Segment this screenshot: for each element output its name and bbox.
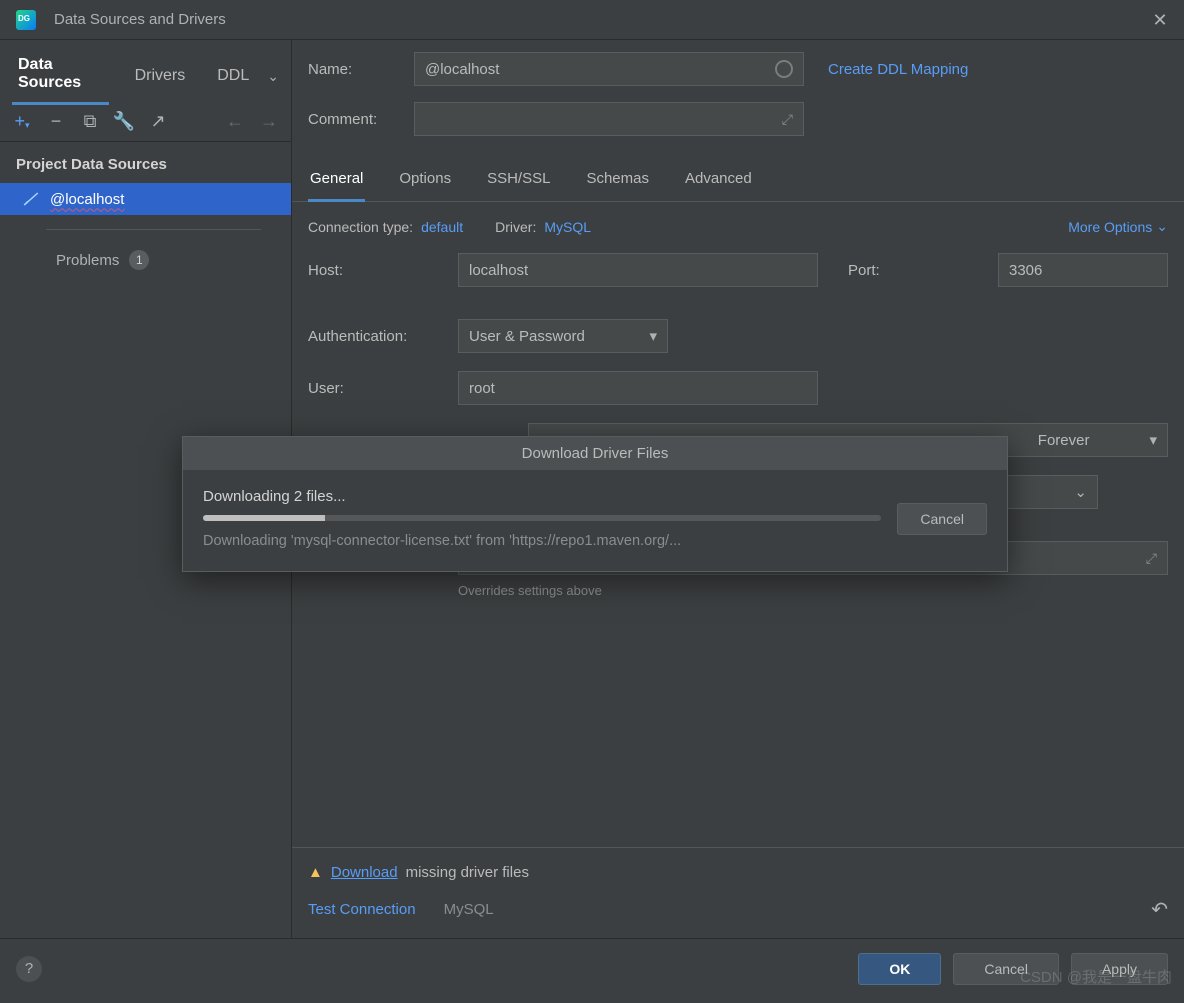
chevron-down-icon: ▾: [649, 327, 657, 345]
remove-icon[interactable]: −: [46, 111, 66, 131]
window-title: Data Sources and Drivers: [54, 11, 1152, 28]
footer: ? OK Cancel Apply: [0, 938, 1184, 998]
download-link[interactable]: Download: [331, 864, 398, 881]
datasource-item[interactable]: @localhost: [0, 183, 291, 215]
revert-icon[interactable]: ↶: [1151, 897, 1168, 922]
tab-ddl[interactable]: DDL: [211, 59, 255, 95]
content-tabs: General Options SSH/SSL Schemas Advanced: [292, 152, 1184, 202]
sidebar-tabs: Data Sources Drivers DDL ⌄: [0, 40, 291, 105]
warning-icon: ▲: [308, 864, 323, 881]
comment-label: Comment:: [308, 111, 404, 128]
port-input[interactable]: 3306: [998, 253, 1168, 287]
datasource-name: @localhost: [50, 191, 124, 208]
app-icon: [16, 10, 36, 30]
chevron-down-icon[interactable]: ⌄: [267, 68, 279, 85]
host-input[interactable]: localhost: [458, 253, 818, 287]
tab-data-sources[interactable]: Data Sources: [12, 48, 109, 105]
sidebar-toolbar: +▾ − ⧉ 🔧 ↗ ← →: [0, 105, 291, 142]
expand-icon[interactable]: ⤢: [1146, 550, 1157, 567]
user-input[interactable]: root: [458, 371, 818, 405]
more-options-link[interactable]: More Options ⌄: [1068, 218, 1168, 235]
name-input[interactable]: @localhost: [414, 52, 804, 86]
driver-link[interactable]: MySQL: [544, 219, 591, 235]
chevron-down-icon: ⌄: [1074, 483, 1087, 501]
chevron-down-icon: ⌄: [1156, 218, 1168, 235]
port-label: Port:: [848, 262, 988, 279]
forward-icon[interactable]: →: [259, 111, 279, 131]
download-detail: Downloading 'mysql-connector-license.txt…: [203, 533, 881, 549]
titlebar: Data Sources and Drivers ✕: [0, 0, 1184, 40]
driver-label: Driver:: [495, 219, 536, 235]
cancel-button[interactable]: Cancel: [953, 953, 1059, 985]
auth-label: Authentication:: [308, 328, 448, 345]
section-title: Project Data Sources: [0, 142, 291, 183]
back-icon[interactable]: ←: [225, 111, 245, 131]
name-label: Name:: [308, 61, 404, 78]
warning-text: missing driver files: [406, 864, 529, 881]
name-value: @localhost: [425, 61, 499, 78]
modal-title: Download Driver Files: [183, 437, 1007, 470]
conn-type-link[interactable]: default: [421, 219, 463, 235]
test-connection-link[interactable]: Test Connection: [308, 901, 416, 918]
modal-cancel-button[interactable]: Cancel: [897, 503, 987, 535]
expand-icon[interactable]: ⤢: [782, 111, 793, 128]
tab-options[interactable]: Options: [397, 164, 453, 201]
divider: [46, 229, 261, 230]
tab-drivers[interactable]: Drivers: [129, 59, 192, 95]
problems-count: 1: [129, 250, 149, 270]
database-icon: [22, 190, 40, 208]
wrench-icon[interactable]: 🔧: [114, 111, 134, 131]
driver-name: MySQL: [444, 901, 494, 918]
warning-bar: ▲ Download missing driver files: [292, 847, 1184, 897]
apply-button[interactable]: Apply: [1071, 953, 1168, 985]
tab-advanced[interactable]: Advanced: [683, 164, 754, 201]
create-ddl-link[interactable]: Create DDL Mapping: [828, 61, 968, 78]
tab-schemas[interactable]: Schemas: [584, 164, 651, 201]
comment-input[interactable]: ⤢: [414, 102, 804, 136]
tab-general[interactable]: General: [308, 164, 365, 202]
export-icon[interactable]: ↗: [148, 111, 168, 131]
chevron-down-icon: ▾: [1149, 431, 1157, 449]
url-hint: Overrides settings above: [458, 583, 1168, 598]
progress-bar: [203, 515, 881, 521]
conn-type-label: Connection type:: [308, 219, 413, 235]
add-icon[interactable]: +▾: [12, 111, 32, 131]
user-label: User:: [308, 380, 448, 397]
problems-row[interactable]: Problems 1: [0, 240, 291, 280]
problems-label: Problems: [56, 252, 119, 269]
tab-ssh-ssl[interactable]: SSH/SSL: [485, 164, 552, 201]
help-icon[interactable]: ?: [16, 956, 42, 982]
ok-button[interactable]: OK: [858, 953, 941, 985]
auth-select[interactable]: User & Password ▾: [458, 319, 668, 353]
download-status: Downloading 2 files...: [203, 488, 881, 505]
copy-icon[interactable]: ⧉: [80, 111, 100, 131]
download-modal: Download Driver Files Downloading 2 file…: [182, 436, 1008, 572]
host-label: Host:: [308, 262, 448, 279]
color-indicator-icon[interactable]: [775, 60, 793, 78]
test-row: Test Connection MySQL ↶: [292, 897, 1184, 938]
close-icon[interactable]: ✕: [1152, 12, 1168, 28]
